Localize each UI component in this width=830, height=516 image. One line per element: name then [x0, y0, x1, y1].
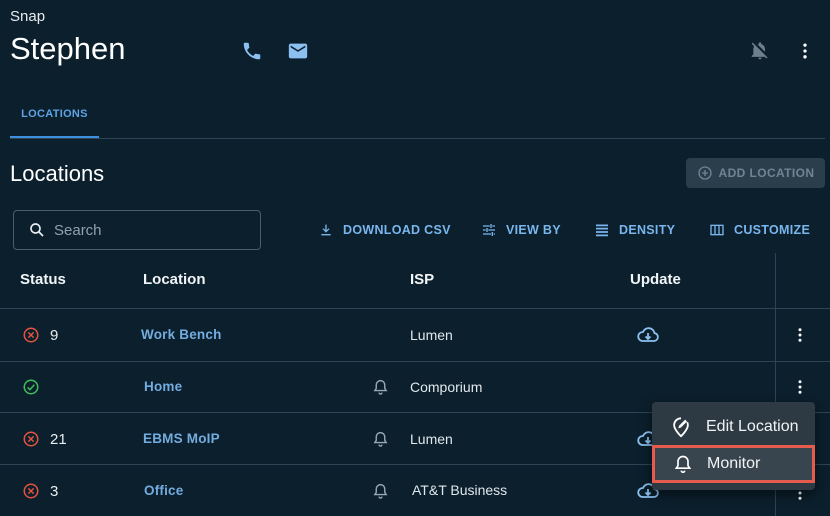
- location-link[interactable]: Office: [144, 483, 183, 498]
- tab-locations-label: LOCATIONS: [21, 108, 88, 120]
- bell-icon[interactable]: [372, 430, 389, 453]
- column-header-location[interactable]: Location: [143, 271, 206, 288]
- menu-item-edit-location[interactable]: Edit Location: [652, 408, 815, 446]
- row-menu-button[interactable]: [788, 323, 812, 347]
- notifications-off-icon[interactable]: [748, 39, 772, 63]
- alert-count: 3: [50, 482, 59, 500]
- density-icon: [596, 224, 608, 237]
- customize-button[interactable]: CUSTOMIZE: [709, 220, 810, 240]
- row-menu-button[interactable]: [788, 375, 812, 399]
- tune-icon: [483, 224, 495, 236]
- menu-item-label: Edit Location: [706, 418, 799, 435]
- column-header-isp[interactable]: ISP: [410, 271, 434, 288]
- row-divider: [0, 361, 830, 362]
- more-vert-icon: [798, 328, 802, 342]
- add-location-button[interactable]: ADD LOCATION: [686, 158, 825, 188]
- app-name: Snap: [10, 8, 46, 25]
- status-cell: 3: [22, 482, 58, 500]
- menu-item-monitor[interactable]: Monitor: [652, 445, 815, 483]
- isp-cell: Lumen: [410, 431, 453, 447]
- row-context-menu: Edit Location Monitor: [652, 402, 815, 490]
- bell-icon[interactable]: [372, 482, 389, 505]
- alert-count: 21: [50, 430, 67, 448]
- row-divider: [0, 308, 830, 309]
- download-icon: [321, 224, 331, 236]
- tab-locations[interactable]: LOCATIONS: [10, 100, 99, 139]
- download-csv-label: DOWNLOAD CSV: [343, 223, 451, 237]
- error-status-icon: [23, 327, 39, 343]
- alert-count: 9: [50, 326, 59, 344]
- isp-cell: Comporium: [410, 379, 483, 395]
- status-cell: 9: [22, 326, 58, 344]
- location-link[interactable]: Home: [144, 379, 182, 394]
- column-header-update[interactable]: Update: [630, 271, 681, 288]
- tabs-divider: [10, 138, 825, 139]
- edit-location-icon: [673, 417, 689, 438]
- download-csv-button[interactable]: DOWNLOAD CSV: [318, 220, 451, 240]
- add-circle-icon: [697, 166, 712, 180]
- bell-icon[interactable]: [372, 378, 389, 401]
- search-field[interactable]: [13, 210, 261, 250]
- contact-name: Stephen: [10, 31, 126, 66]
- columns-icon: [710, 224, 724, 236]
- page-title: Locations: [10, 161, 105, 186]
- error-status-icon: [23, 483, 39, 499]
- cloud-download-icon[interactable]: [636, 323, 660, 352]
- mail-icon[interactable]: [286, 39, 310, 63]
- status-cell: [22, 378, 40, 396]
- search-input[interactable]: [54, 221, 244, 239]
- isp-cell: AT&T Business: [412, 482, 508, 498]
- location-link[interactable]: EBMS MoIP: [143, 431, 220, 446]
- column-header-status[interactable]: Status: [20, 271, 66, 288]
- bell-icon: [674, 455, 692, 474]
- add-location-label: ADD LOCATION: [718, 166, 815, 180]
- view-by-label: VIEW BY: [506, 223, 561, 237]
- ok-status-icon: [23, 379, 39, 395]
- error-status-icon: [23, 431, 39, 447]
- phone-icon[interactable]: [240, 39, 264, 63]
- status-cell: 21: [22, 430, 67, 448]
- search-icon: [30, 223, 44, 237]
- more-vert-icon: [798, 380, 802, 394]
- isp-cell: Lumen: [410, 327, 453, 343]
- density-label: DENSITY: [619, 223, 676, 237]
- customize-label: CUSTOMIZE: [734, 223, 811, 237]
- location-link[interactable]: Work Bench: [141, 327, 222, 342]
- menu-item-label: Monitor: [707, 455, 761, 472]
- more-vert-icon[interactable]: [793, 39, 817, 63]
- view-by-button[interactable]: VIEW BY: [481, 220, 561, 240]
- density-button[interactable]: DENSITY: [594, 220, 675, 240]
